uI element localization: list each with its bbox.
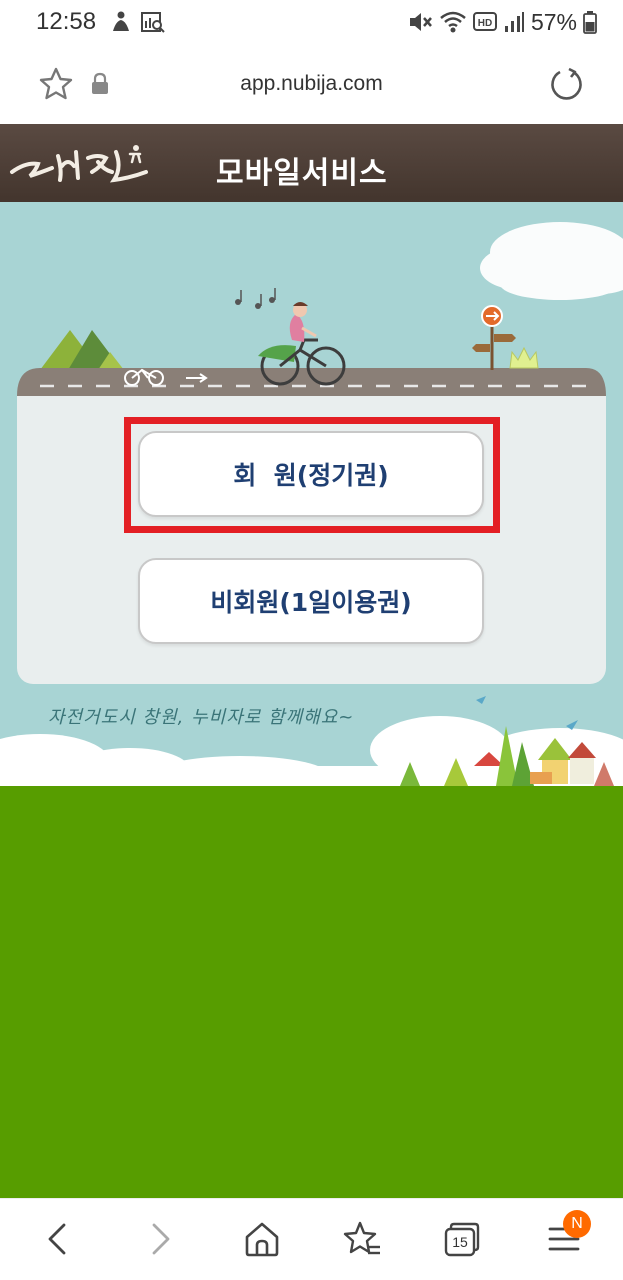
- tab-count: 15: [452, 1234, 468, 1250]
- status-bar: 12:58 HD 57%: [0, 0, 623, 46]
- url-text[interactable]: app.nubija.com: [0, 72, 623, 96]
- person-icon: [113, 11, 129, 31]
- url-bar: app.nubija.com: [0, 46, 623, 124]
- bookmarks-icon[interactable]: [342, 1219, 382, 1259]
- bottom-nav: 15: [0, 1198, 623, 1280]
- highlight-box: [124, 417, 500, 533]
- tabs-button[interactable]: 15: [442, 1219, 482, 1259]
- home-icon[interactable]: [242, 1219, 282, 1259]
- music-notes: [235, 288, 276, 309]
- menu-badge: N: [563, 1210, 591, 1238]
- search-chart-icon: [141, 12, 165, 33]
- cloud-top: [480, 222, 623, 300]
- battery-percent: 57%: [530, 8, 577, 35]
- hd-icon: HD: [472, 12, 497, 31]
- slogan: 자전거도시 창원, 누비자로 함께해요~: [48, 707, 355, 728]
- status-time: 12:58: [36, 8, 97, 35]
- signpost-illustration: [472, 305, 516, 370]
- mute-icon: [409, 13, 432, 31]
- nonmember-button[interactable]: 비회원(1일이용권): [138, 558, 484, 644]
- wifi-icon: [440, 11, 466, 33]
- back-icon[interactable]: [38, 1219, 78, 1259]
- signal-icon: [504, 12, 524, 32]
- reload-icon[interactable]: [548, 66, 586, 104]
- forward-icon[interactable]: [140, 1219, 180, 1259]
- battery-icon: [583, 11, 597, 34]
- site-header: 모바일서비스: [0, 124, 623, 202]
- nubija-logo[interactable]: [6, 132, 156, 194]
- svg-text:HD: HD: [478, 18, 492, 29]
- site-title: 모바일서비스: [216, 156, 388, 191]
- grass-background: [0, 786, 623, 1198]
